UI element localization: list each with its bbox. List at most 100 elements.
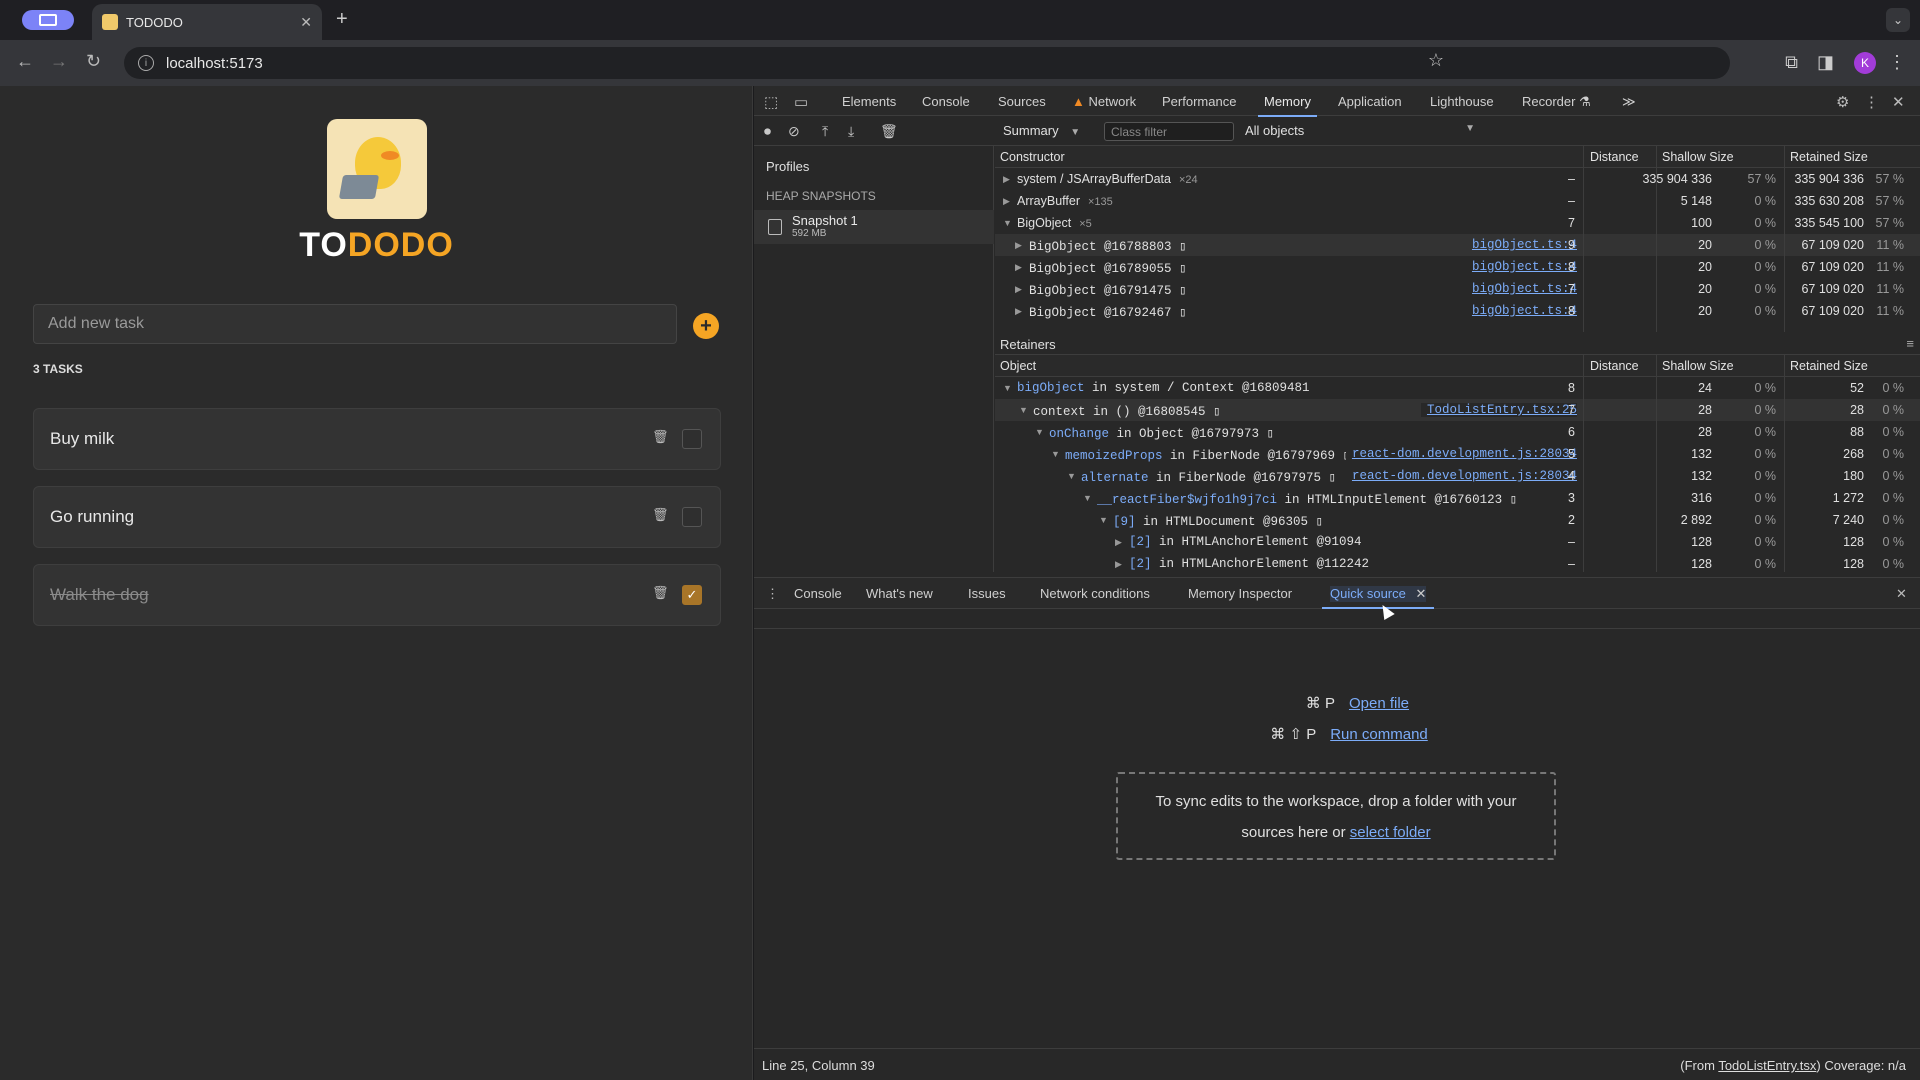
table-row[interactable]: ▼ alternate in FiberNode @16797975 ▯ react… <box>995 465 1920 487</box>
expand-arrow-icon[interactable]: ▶ <box>1015 262 1022 273</box>
task-checkbox-checked[interactable]: ✓ <box>682 585 702 605</box>
table-row[interactable]: ▼ onChange in Object @16797973 ▯ 6 28 0 % 88 0… <box>995 421 1920 443</box>
tree-arrow-icon[interactable]: ▼ <box>1099 515 1108 525</box>
collapse-arrow-icon[interactable]: ▶ <box>1003 196 1010 207</box>
tree-arrow-icon[interactable]: ▼ <box>1083 493 1092 503</box>
devtools-menu-icon[interactable]: ⋮ <box>1864 93 1879 111</box>
table-row[interactable]: ▼ context in () @16808545 ▯ TodoListEntry.… <box>995 399 1920 421</box>
table-row[interactable]: ▶ [2] in HTMLAnchorElement @112242 – 128 0 %… <box>995 553 1920 572</box>
close-devtools-icon[interactable]: ✕ <box>1892 93 1905 111</box>
drawer-tab-whats-new[interactable]: What's new <box>866 586 933 601</box>
tab-sources[interactable]: Sources <box>998 94 1046 109</box>
table-row[interactable]: ▶ ArrayBuffer ×135–5 148 0 % 335 630 208 57 % <box>995 190 1920 212</box>
table-row[interactable]: ▶ [2] in HTMLAnchorElement @91094 – 128 0 % 1… <box>995 531 1920 553</box>
table-row[interactable]: ▶ BigObject @16788803 ▯ bigObject.ts:4 9 20 0… <box>995 234 1920 256</box>
device-toolbar-icon[interactable]: ▭ <box>794 93 808 111</box>
table-row[interactable]: ▼ memoizedProps in FiberNode @16797969 ▯ r… <box>995 443 1920 465</box>
collapse-arrow-icon[interactable]: ▶ <box>1003 174 1010 185</box>
col-object[interactable]: Object <box>1000 359 1036 373</box>
col-shallow[interactable]: Shallow Size <box>1662 150 1734 164</box>
tree-arrow-icon[interactable]: ▶ <box>1115 537 1122 548</box>
browser-tab[interactable]: TODODO ✕ <box>92 4 322 40</box>
tab-groups-icon[interactable] <box>22 10 74 30</box>
drawer-menu-icon[interactable]: ⋮ <box>766 586 779 602</box>
table-row[interactable]: ▼ BigObject ×5 7 100 0 % 335 545 100 57 % <box>995 212 1920 234</box>
table-row[interactable]: ▶ BigObject @16791475 ▯ bigObject.ts:4 7 20 0… <box>995 278 1920 300</box>
tree-arrow-icon[interactable]: ▼ <box>1051 449 1060 459</box>
run-command-link[interactable]: Run command <box>1330 726 1428 743</box>
col-distance[interactable]: Distance <box>1590 150 1639 164</box>
table-row[interactable]: ▶ system / JSArrayBufferData ×24 – 335 904 3… <box>995 168 1920 190</box>
tab-lighthouse[interactable]: Lighthouse <box>1430 94 1494 109</box>
table-row[interactable]: ▶ BigObject @16789055 ▯ bigObject.ts:4 8 20 0… <box>995 256 1920 278</box>
tree-arrow-icon[interactable]: ▼ <box>1003 383 1012 393</box>
extensions-icon[interactable]: ⧉ <box>1785 52 1798 73</box>
address-bar[interactable]: i localhost:5173 <box>124 47 1730 79</box>
status-source-link[interactable]: TodoListEntry.tsx <box>1718 1058 1816 1073</box>
add-task-button[interactable]: + <box>693 313 719 339</box>
expand-arrow-icon[interactable]: ▶ <box>1015 240 1022 251</box>
more-tabs-icon[interactable]: ≫ <box>1622 94 1636 110</box>
avatar[interactable]: K <box>1854 52 1876 74</box>
class-filter-input[interactable]: Class filter <box>1104 122 1234 141</box>
delete-icon[interactable]: 🗑 <box>880 123 898 140</box>
back-icon[interactable]: ← <box>16 51 34 72</box>
tab-memory[interactable]: Memory <box>1258 94 1317 117</box>
collapse-arrow-icon[interactable]: ▼ <box>1003 218 1012 228</box>
tab-elements[interactable]: Elements <box>842 94 896 109</box>
reload-icon[interactable]: ↻ <box>86 51 101 72</box>
col-retained[interactable]: Retained Size <box>1790 359 1868 373</box>
table-row[interactable]: ▼ __reactFiber$wjfo1h9j7ci in HTMLInputEl… <box>995 487 1920 509</box>
bookmark-star-icon[interactable]: ☆ <box>1428 50 1444 71</box>
summary-select[interactable]: Summary ▼ <box>1003 123 1080 138</box>
settings-gear-icon[interactable]: ⚙ <box>1836 93 1849 111</box>
drawer-tab-network-conditions[interactable]: Network conditions <box>1040 586 1150 601</box>
clear-icon[interactable]: ⊘ <box>788 123 800 140</box>
tree-arrow-icon[interactable]: ▼ <box>1019 405 1028 415</box>
trash-icon[interactable]: 🗑 <box>652 585 669 601</box>
drawer-tab-issues[interactable]: Issues <box>968 586 1006 601</box>
new-task-input[interactable]: Add new task <box>33 304 677 344</box>
tab-application[interactable]: Application <box>1338 94 1402 109</box>
tab-console[interactable]: Console <box>922 94 970 109</box>
workspace-drop-zone[interactable]: To sync edits to the workspace, drop a f… <box>1116 772 1556 860</box>
drawer-tab-quick-source[interactable]: Quick source ✕ <box>1321 586 1435 609</box>
objects-select[interactable]: All objects ▼ <box>1245 123 1475 138</box>
inspect-element-icon[interactable]: ⬚ <box>764 93 778 111</box>
tab-performance[interactable]: Performance <box>1162 94 1236 109</box>
upload-icon[interactable]: ⤒ <box>822 123 828 140</box>
forward-icon[interactable]: → <box>50 51 68 72</box>
trash-icon[interactable]: 🗑 <box>652 429 669 445</box>
table-row[interactable]: ▼ [9] in HTMLDocument @96305 ▯ 2 2 892 0 % 7 … <box>995 509 1920 531</box>
col-shallow[interactable]: Shallow Size <box>1662 359 1734 373</box>
select-folder-link[interactable]: select folder <box>1350 824 1431 841</box>
download-icon[interactable]: ⤓ <box>848 123 854 140</box>
close-drawer-icon[interactable]: ✕ <box>1896 586 1907 602</box>
menu-icon[interactable]: ⋮ <box>1888 52 1906 73</box>
expand-arrow-icon[interactable]: ▶ <box>1015 306 1022 317</box>
close-tab-icon[interactable]: ✕ <box>1416 586 1427 601</box>
snapshot-item[interactable]: Snapshot 1 592 MB <box>754 210 994 244</box>
open-file-link[interactable]: Open file <box>1349 695 1409 712</box>
tree-arrow-icon[interactable]: ▶ <box>1115 559 1122 570</box>
expand-arrow-icon[interactable]: ▶ <box>1015 284 1022 295</box>
record-icon[interactable]: ⏺ <box>764 123 771 140</box>
task-checkbox[interactable] <box>682 429 702 449</box>
drawer-tab-console[interactable]: Console <box>794 586 842 601</box>
table-row[interactable]: ▼ bigObject in system / Context @16809481… <box>995 377 1920 399</box>
table-row[interactable]: ▶ BigObject @16792467 ▯ bigObject.ts:4 8 20 0… <box>995 300 1920 322</box>
tab-recorder[interactable]: Recorder ⚗ <box>1522 94 1591 110</box>
site-info-icon[interactable]: i <box>138 55 154 71</box>
col-constructor[interactable]: Constructor <box>1000 150 1065 164</box>
retainers-menu-icon[interactable]: ≡ <box>1906 336 1914 351</box>
col-distance[interactable]: Distance <box>1590 359 1639 373</box>
tab-network[interactable]: ▲ Network <box>1072 94 1136 109</box>
tab-search-icon[interactable]: ⌄ <box>1886 8 1910 32</box>
trash-icon[interactable]: 🗑 <box>652 507 669 523</box>
new-tab-button[interactable]: + <box>336 8 348 31</box>
side-panel-icon[interactable]: ◨ <box>1817 52 1834 73</box>
drawer-tab-memory-inspector[interactable]: Memory Inspector <box>1188 586 1292 601</box>
close-tab-icon[interactable]: ✕ <box>300 14 312 31</box>
task-checkbox[interactable] <box>682 507 702 527</box>
tree-arrow-icon[interactable]: ▼ <box>1067 471 1076 481</box>
